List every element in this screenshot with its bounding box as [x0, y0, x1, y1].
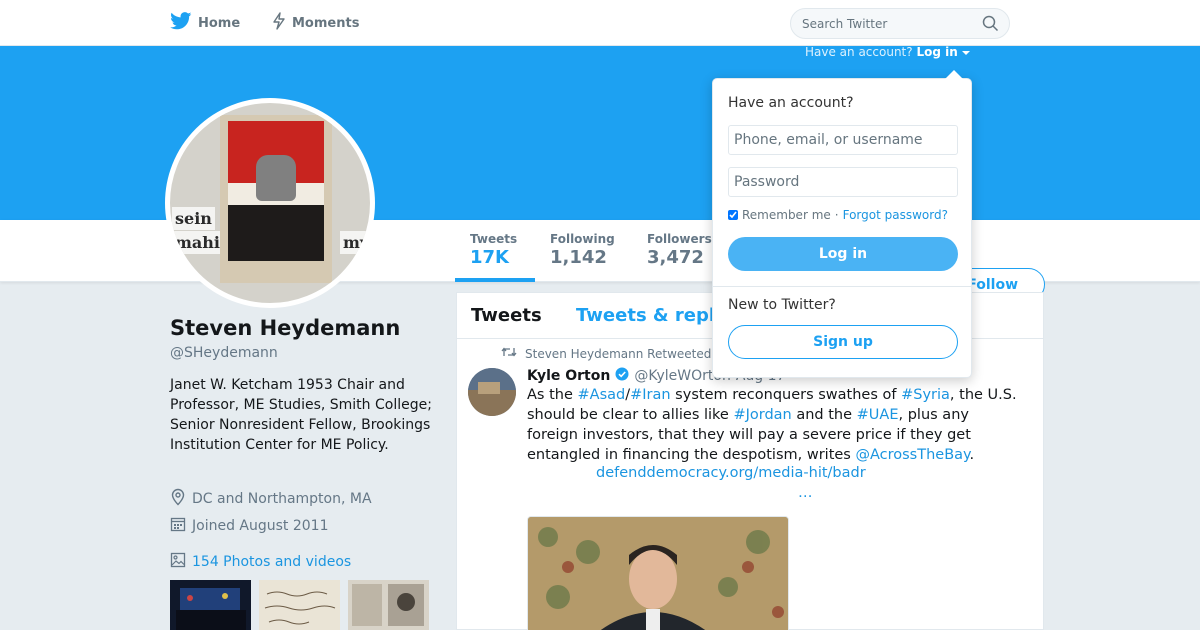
divider — [713, 286, 971, 287]
stat-value: 3,472 — [647, 247, 704, 268]
nav-home[interactable]: Home — [170, 12, 240, 34]
avatar-side-text: mahi — [172, 231, 224, 254]
profile-handle[interactable]: @SHeydemann — [170, 345, 278, 361]
profile-location: DC and Northampton, MA — [170, 488, 372, 510]
lightning-bolt-icon — [272, 12, 286, 34]
stat-followers[interactable]: Followers 3,472 — [647, 232, 712, 268]
retweet-context: Steven Heydemann Retweeted — [501, 346, 711, 361]
top-navigation-bar: Home Moments — [0, 0, 1200, 46]
protest-poster-image — [220, 115, 332, 283]
forgot-password-link[interactable]: Forgot password? — [843, 208, 948, 222]
stat-following[interactable]: Following 1,142 — [550, 232, 615, 268]
tweet-hashtag-link[interactable]: #UAE — [857, 407, 899, 423]
tab-tweets[interactable]: Tweets — [471, 305, 542, 326]
stat-tweets[interactable]: Tweets 17K — [470, 232, 517, 268]
twitter-bird-icon — [170, 12, 192, 34]
tweet-hashtag-link[interactable]: #Syria — [901, 387, 950, 403]
active-stat-indicator — [455, 278, 535, 282]
tweet-text-segment: system reconquers swathes of — [670, 387, 902, 403]
dropdown-caret — [945, 70, 963, 79]
avatar-side-text: my — [340, 231, 370, 254]
tweet-text-segment: As the — [527, 387, 578, 403]
username-field[interactable] — [728, 125, 958, 155]
tweet-media-image[interactable] — [527, 516, 789, 630]
location-pin-icon — [170, 488, 186, 510]
media-thumbnail[interactable] — [259, 580, 340, 630]
new-to-twitter-text: New to Twitter? — [728, 297, 836, 313]
login-trigger[interactable]: Have an account? Log in — [805, 45, 970, 59]
tweet-link[interactable]: defenddemocracy.org/media-hit/badr — [596, 465, 866, 481]
media-thumbnail[interactable] — [348, 580, 429, 630]
password-field[interactable] — [728, 167, 958, 197]
login-link[interactable]: Log in — [916, 45, 957, 59]
separator-dot: · — [834, 208, 839, 222]
retweet-context-text[interactable]: Steven Heydemann Retweeted — [525, 347, 711, 361]
nav-home-label: Home — [198, 15, 241, 31]
tweet-text: As the #Asad/#Iran system reconquers swa… — [527, 385, 1017, 465]
image-icon — [170, 552, 186, 572]
search-input[interactable] — [791, 9, 981, 38]
login-button[interactable]: Log in — [728, 237, 958, 271]
remember-me-checkbox[interactable] — [728, 210, 738, 220]
media-thumbnail[interactable] — [170, 580, 251, 630]
login-heading: Have an account? — [728, 95, 854, 111]
tweet-author-name[interactable]: Kyle Orton — [527, 368, 610, 384]
search-icon[interactable] — [982, 15, 999, 36]
search-box — [790, 8, 1010, 39]
location-text: DC and Northampton, MA — [192, 491, 372, 507]
tweet-hashtag-link[interactable]: #Asad — [578, 387, 626, 403]
stat-label: Following — [550, 232, 615, 246]
tweet-text-segment: and the — [791, 407, 857, 423]
login-dropdown: Have an account? Remember me · Forgot pa… — [712, 78, 972, 378]
avatar-side-text: sein — [172, 207, 215, 230]
remember-me-label[interactable]: Remember me — [742, 208, 831, 222]
stat-value: 17K — [470, 247, 509, 268]
tab-tweets-replies[interactable]: Tweets & repl — [576, 305, 715, 326]
tweet-author-avatar[interactable] — [468, 368, 516, 416]
stat-value: 1,142 — [550, 247, 607, 268]
retweet-icon — [501, 346, 517, 361]
verified-badge-icon — [615, 367, 629, 385]
profile-name: Steven Heydemann — [170, 316, 401, 340]
login-prompt: Have an account? — [805, 45, 913, 59]
nav-moments-label: Moments — [292, 15, 360, 31]
photos-videos-link[interactable]: 154 Photos and videos — [170, 552, 351, 572]
profile-avatar[interactable]: sein mahi my — [165, 98, 375, 308]
tweet-link-ellipsis[interactable]: … — [798, 485, 813, 501]
caret-down-icon — [961, 45, 970, 59]
tweet-text-segment: . — [969, 447, 975, 463]
profile-bio: Janet W. Ketcham 1953 Chair and Professo… — [170, 377, 432, 453]
calendar-icon — [170, 516, 186, 536]
tweet-hashtag-link[interactable]: #Iran — [630, 387, 670, 403]
nav-moments[interactable]: Moments — [272, 12, 359, 34]
joined-text: Joined August 2011 — [192, 518, 329, 534]
signup-button[interactable]: Sign up — [728, 325, 958, 359]
remember-row: Remember me · Forgot password? — [728, 208, 948, 222]
stat-label: Followers — [647, 232, 712, 246]
stat-label: Tweets — [470, 232, 518, 246]
photos-videos-label: 154 Photos and videos — [192, 554, 352, 570]
tweet-hashtag-link[interactable]: @AcrossTheBay — [855, 447, 969, 463]
tweet-hashtag-link[interactable]: #Jordan — [733, 407, 791, 423]
profile-joined: Joined August 2011 — [170, 516, 328, 536]
